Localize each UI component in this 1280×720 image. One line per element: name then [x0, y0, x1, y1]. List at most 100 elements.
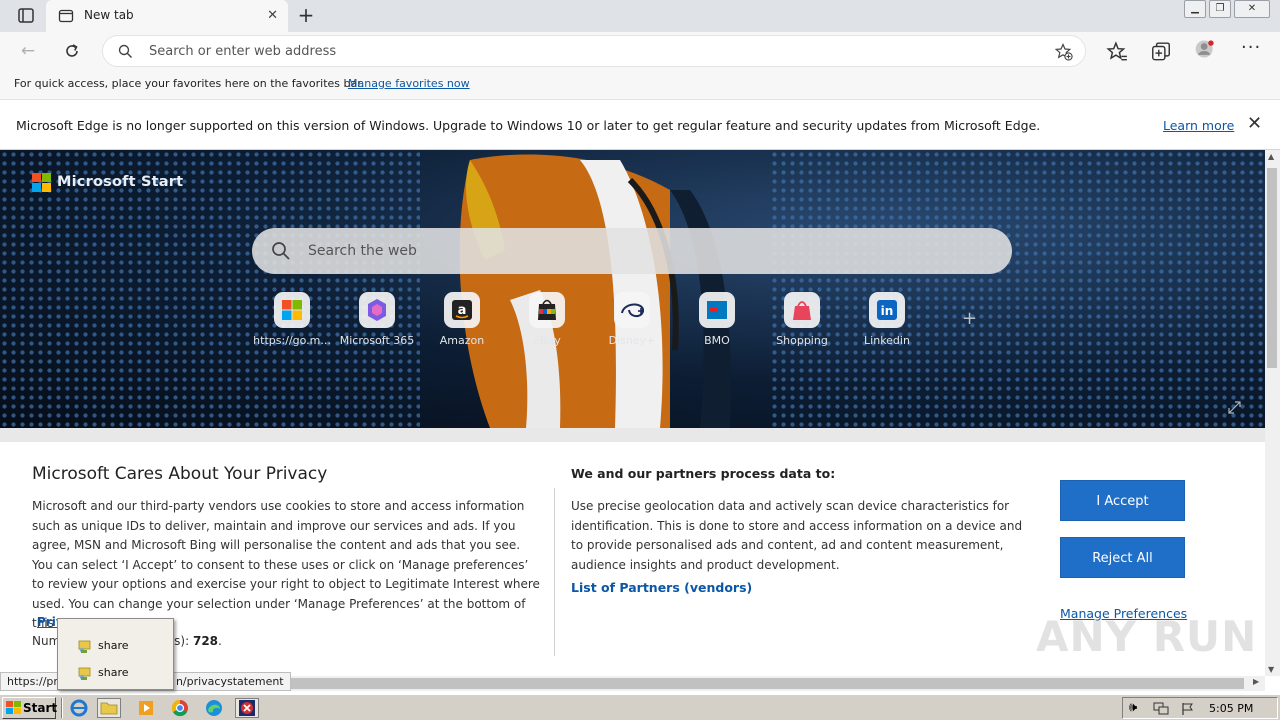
media-glyph	[139, 701, 153, 715]
quick-link-label: Linkedin	[864, 334, 910, 347]
screen: New tab ✕ + ▁ ❐ ✕ ← Search or enter web …	[0, 0, 1280, 720]
microsoft-logo-icon	[32, 173, 51, 192]
address-bar[interactable]: Search or enter web address	[102, 35, 1086, 67]
folder-glyph	[100, 702, 118, 715]
back-arrow-icon: ←	[20, 41, 36, 61]
quick-link-icon-box	[274, 292, 310, 328]
search-icon	[272, 242, 290, 260]
refresh-button[interactable]	[61, 40, 83, 62]
status-url-end: n/privacystatement	[175, 675, 284, 688]
context-popup-menu: share share	[57, 618, 174, 690]
clock: 5:05 PM	[1209, 702, 1254, 715]
quick-link-icon-box	[529, 292, 565, 328]
quick-link-label: eBay	[533, 334, 561, 347]
new-tab-button[interactable]: +	[294, 4, 318, 28]
privacy-purposes: Use precise geolocation data and activel…	[571, 499, 1023, 572]
accept-button[interactable]: I Accept	[1060, 480, 1185, 521]
expand-icon[interactable]	[1227, 400, 1242, 415]
chrome-glyph	[171, 699, 188, 717]
action-center-flag-icon[interactable]	[1181, 702, 1195, 716]
network-icon[interactable]	[1153, 702, 1169, 716]
add-favorite-icon[interactable]	[1055, 43, 1073, 61]
vertical-scrollbar[interactable]: ▲ ▼	[1265, 150, 1280, 676]
tab-actions-button[interactable]	[8, 5, 40, 27]
anyrun-watermark: ANY RUN	[1036, 612, 1258, 661]
collections-icon[interactable]	[1150, 41, 1172, 63]
clownfish-image	[459, 154, 731, 428]
chrome-icon[interactable]	[168, 698, 192, 718]
popup-menu-item[interactable]: share	[78, 663, 168, 683]
privacy-body: Microsoft and our third-party vendors us…	[32, 499, 540, 630]
file-explorer-icon[interactable]	[97, 698, 121, 718]
navigation-bar: ← Search or enter web address ···	[0, 32, 1280, 70]
error-app-icon[interactable]	[235, 698, 259, 718]
close-infobar-icon[interactable]: ✕	[1247, 114, 1262, 134]
close-tab-icon[interactable]: ✕	[267, 9, 278, 23]
quick-link-icon-box: in	[869, 292, 905, 328]
address-input[interactable]: Search or enter web address	[149, 44, 336, 59]
quick-link-tile[interactable]: Shopping	[760, 292, 844, 352]
amazon-icon: a	[452, 300, 472, 320]
quick-link-icon-box	[784, 292, 820, 328]
favorites-icon[interactable]	[1106, 41, 1128, 63]
shopping-bag-icon	[793, 301, 811, 320]
tab-new-tab[interactable]: New tab ✕	[46, 0, 288, 32]
quick-link-tile[interactable]: a Amazon	[420, 292, 504, 352]
bmo-icon	[707, 301, 727, 319]
restore-button[interactable]: ❐	[1209, 0, 1231, 18]
microsoft-start-brand: Microsoft Start	[57, 174, 184, 190]
background-image: Microsoft Start Search the web https://g…	[0, 150, 1265, 428]
windows-flag-icon	[6, 701, 21, 714]
favorites-bar: For quick access, place your favorites h…	[0, 70, 1280, 100]
quick-link-tile[interactable]: Disney+	[590, 292, 674, 352]
reject-all-button[interactable]: Reject All	[1060, 537, 1185, 578]
quick-link-label: Amazon	[439, 334, 485, 347]
quick-link-tile[interactable]: Microsoft 365	[335, 292, 419, 352]
edge-icon[interactable]	[202, 698, 226, 718]
add-shortcut-icon[interactable]: +	[962, 308, 977, 329]
coral-texture-left	[0, 150, 420, 428]
quick-link-label: BMO	[704, 334, 730, 347]
tab-actions-icon	[18, 8, 34, 23]
vertical-scroll-thumb[interactable]	[1267, 168, 1277, 368]
partners-list-link[interactable]: List of Partners (vendors)	[571, 580, 752, 595]
quick-link-icon-box: a	[444, 292, 480, 328]
content-strip	[0, 428, 1265, 442]
scroll-right-icon[interactable]: ▶	[1253, 677, 1259, 686]
quick-link-tile[interactable]: in Linkedin	[845, 292, 929, 352]
microsoft-365-icon	[368, 299, 386, 321]
back-button[interactable]: ←	[17, 40, 39, 62]
close-window-button[interactable]: ✕	[1234, 0, 1270, 18]
new-tab-page-icon	[58, 9, 74, 23]
taskbar: Start 🕪 5:05 PM	[0, 694, 1280, 720]
settings-more-icon[interactable]: ···	[1241, 39, 1263, 63]
new-tab-page: Microsoft Start Search the web https://g…	[0, 150, 1265, 676]
internet-explorer-icon[interactable]	[67, 698, 91, 718]
quick-link-tile[interactable]: https://go.m...	[250, 292, 334, 352]
media-player-icon[interactable]	[134, 698, 158, 718]
minimize-button[interactable]: ▁	[1184, 0, 1206, 18]
shared-folder-icon	[78, 667, 91, 680]
ie-glyph	[70, 699, 88, 717]
quick-link-tile[interactable]: eBay	[505, 292, 589, 352]
infobar-message: Microsoft Edge is no longer supported on…	[16, 118, 1041, 133]
start-button[interactable]: Start	[2, 697, 57, 719]
web-search-box[interactable]: Search the web	[252, 228, 1012, 274]
learn-more-link[interactable]: Learn more	[1163, 118, 1234, 133]
profile-avatar[interactable]	[1194, 38, 1216, 60]
quick-link-label: Shopping	[776, 334, 828, 347]
popup-menu-item[interactable]: share	[78, 636, 168, 656]
tab-bar: New tab ✕ + ▁ ❐ ✕	[0, 0, 1280, 32]
quick-link-icon-box	[699, 292, 735, 328]
volume-icon[interactable]: 🕪	[1129, 700, 1137, 715]
privacy-title: Microsoft Cares About Your Privacy	[32, 464, 328, 484]
scroll-down-icon[interactable]: ▼	[1268, 665, 1274, 674]
quick-link-label: Disney+	[608, 334, 656, 347]
scroll-up-icon[interactable]: ▲	[1268, 152, 1274, 161]
vendor-count: 728	[192, 634, 219, 648]
quick-link-tile[interactable]: BMO	[675, 292, 759, 352]
linkedin-icon: in	[877, 300, 897, 320]
web-search-input[interactable]: Search the web	[308, 243, 417, 259]
manage-favorites-link[interactable]: Manage favorites now	[348, 77, 470, 90]
edge-glyph	[206, 700, 222, 716]
